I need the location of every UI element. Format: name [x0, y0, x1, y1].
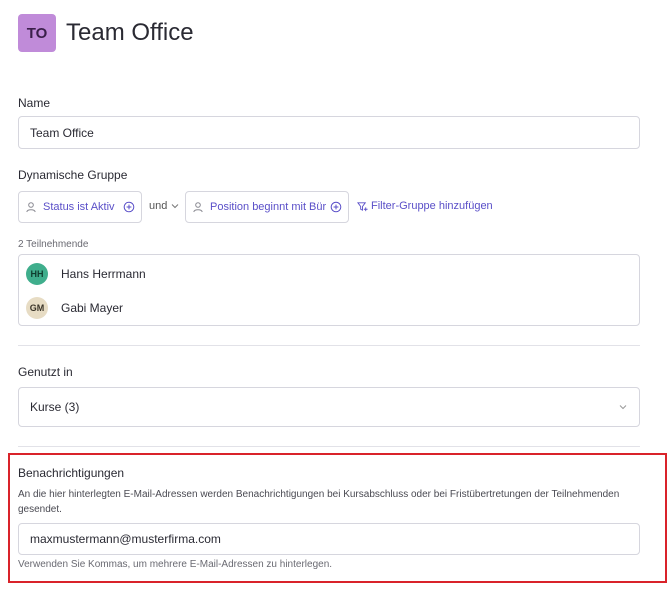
connector-label: und	[149, 200, 168, 212]
participant-name: Gabi Mayer	[61, 301, 124, 315]
connector-select[interactable]: und	[149, 200, 179, 212]
used-in-label: Genutzt in	[18, 365, 73, 379]
filter-chip-status-label: Status ist Aktiv	[43, 201, 115, 213]
participants-count: 2 Teilnehmende	[18, 239, 89, 250]
email-field-value: maxmustermann@musterfirma.com	[30, 532, 221, 546]
page-title: Team Office	[66, 19, 194, 46]
notifications-description: An die hier hinterlegten E-Mail-Adressen…	[18, 489, 620, 515]
filter-chip-position[interactable]: Position beginnt mit Bür	[185, 191, 349, 223]
email-hint: Verwenden Sie Kommas, um mehrere E-Mail-…	[18, 559, 333, 570]
group-avatar: TO	[18, 14, 56, 52]
participants-list: HH Hans Herrmann GM Gabi Mayer	[18, 254, 640, 326]
divider	[18, 345, 640, 346]
name-label: Name	[18, 96, 51, 110]
page-header: TO Team Office	[18, 14, 194, 52]
add-circle-icon[interactable]	[123, 201, 135, 213]
list-item[interactable]: GM Gabi Mayer	[26, 297, 123, 319]
email-field[interactable]: maxmustermann@musterfirma.com	[18, 523, 640, 555]
avatar: GM	[26, 297, 48, 319]
used-in-select[interactable]: Kurse (3)	[18, 387, 640, 427]
add-circle-icon[interactable]	[330, 201, 342, 213]
notifications-label: Benachrichtigungen	[18, 466, 125, 480]
add-filter-group-button[interactable]: Filter-Gruppe hinzufügen	[357, 200, 493, 212]
used-in-value: Kurse (3)	[30, 400, 80, 414]
participant-name: Hans Herrmann	[61, 267, 146, 281]
chevron-down-icon	[172, 204, 179, 209]
name-input[interactable]: Team Office	[18, 116, 640, 149]
filter-add-icon	[357, 201, 368, 211]
user-icon	[193, 202, 203, 213]
user-icon	[26, 202, 36, 213]
add-filter-group-label: Filter-Gruppe hinzufügen	[371, 200, 493, 212]
filter-chip-position-label: Position beginnt mit Bür	[210, 201, 327, 213]
name-input-value: Team Office	[30, 125, 94, 140]
dynamic-group-label: Dynamische Gruppe	[18, 168, 128, 182]
chevron-down-icon	[619, 405, 627, 410]
divider	[18, 446, 640, 447]
avatar: HH	[26, 263, 48, 285]
list-item[interactable]: HH Hans Herrmann	[26, 263, 146, 285]
filter-chip-status[interactable]: Status ist Aktiv	[18, 191, 142, 223]
